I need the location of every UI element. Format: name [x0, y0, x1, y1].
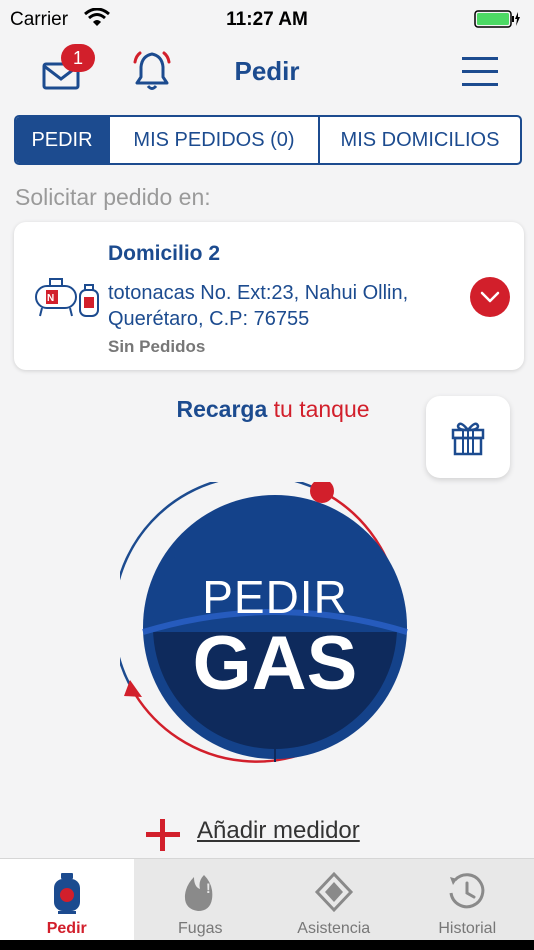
tab-bar-label: Historial	[438, 920, 497, 937]
gas-tank-icon	[53, 873, 80, 914]
navigation-bar: 1 Pedir	[0, 38, 534, 108]
bottom-tab-bar: Pedir ! Fugas Asistencia Historial	[0, 858, 534, 941]
gift-button[interactable]	[426, 396, 510, 478]
gift-icon	[451, 422, 485, 456]
tab-bar-fugas[interactable]: ! Fugas	[134, 859, 268, 941]
chevron-down-icon	[480, 291, 500, 303]
address-title: Domicilio 2	[108, 242, 221, 265]
svg-text:!: !	[206, 880, 211, 896]
tab-bar-pedir[interactable]: Pedir	[0, 859, 134, 941]
page-title: Pedir	[234, 56, 300, 86]
clock: 11:27 AM	[226, 9, 308, 30]
order-tabs: PEDIR MIS PEDIDOS (0) MIS DOMICILIOS	[14, 115, 522, 165]
battery-icon	[474, 10, 520, 28]
address-card[interactable]: N Domicilio 2 totonacas No. Ext:23, Nahu…	[14, 222, 524, 370]
recharge-prefix: Recarga	[176, 396, 268, 422]
tab-pedir[interactable]: PEDIR	[16, 117, 108, 163]
home-indicator-strip	[0, 940, 534, 950]
status-bar: Carrier 11:27 AM	[0, 0, 534, 38]
request-hint: Solicitar pedido en:	[15, 184, 211, 210]
tab-bar-historial[interactable]: Historial	[401, 859, 534, 941]
address-line-1: totonacas No. Ext:23, Nahui Ollin,	[108, 282, 409, 304]
flame-icon: !	[185, 875, 213, 911]
tab-mis-domicilios[interactable]: MIS DOMICILIOS	[318, 117, 520, 163]
tab-bar-label: Pedir	[46, 920, 87, 937]
history-icon	[449, 873, 485, 909]
tab-bar-label: Fugas	[178, 920, 223, 937]
tab-mis-pedidos[interactable]: MIS PEDIDOS (0)	[108, 117, 318, 163]
diamond-icon	[314, 871, 353, 913]
add-meter-label: Añadir medidor	[197, 817, 360, 844]
gas-tank-icon: N	[35, 278, 99, 317]
address-text: totonacas No. Ext:23, Nahui Ollin, Queré…	[108, 280, 468, 332]
address-line-2: Querétaro, C.P: 76755	[108, 308, 310, 330]
order-gas-button[interactable]: PEDIR GAS	[120, 482, 430, 772]
recharge-suffix: tu tanque	[273, 396, 370, 422]
menu-button[interactable]	[460, 54, 500, 90]
plus-icon	[146, 819, 180, 851]
order-gas-line-1: PEDIR	[202, 571, 348, 623]
tab-bar-asistencia[interactable]: Asistencia	[267, 859, 401, 941]
address-dropdown-button[interactable]	[470, 277, 510, 317]
order-gas-line-2: GAS	[192, 621, 358, 706]
svg-text:N: N	[47, 293, 54, 304]
address-status: Sin Pedidos	[108, 337, 206, 356]
hamburger-menu-icon	[462, 57, 498, 86]
tab-bar-label: Asistencia	[297, 920, 371, 937]
